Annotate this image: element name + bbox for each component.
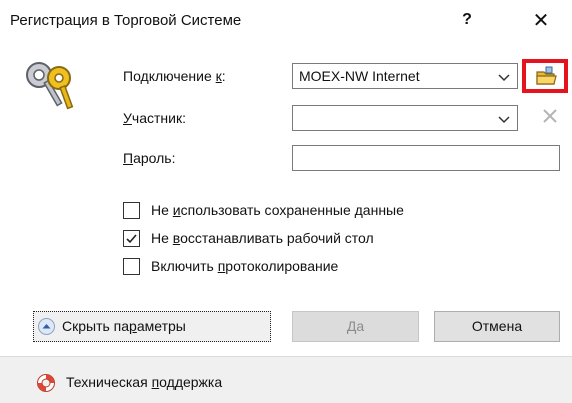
help-button[interactable]: ? bbox=[455, 8, 479, 32]
toggle-label-pre: Скрыть па bbox=[62, 318, 130, 334]
window-close-button[interactable]: ✕ bbox=[528, 8, 554, 34]
option-label-key: в bbox=[172, 230, 181, 246]
checkbox-dont-restore-desktop[interactable] bbox=[123, 230, 140, 247]
toggle-label-key: р bbox=[129, 318, 137, 334]
hide-parameters-label: Скрыть параметры bbox=[62, 318, 186, 334]
checkbox-dont-use-saved[interactable] bbox=[123, 202, 140, 219]
option-label-key: и bbox=[172, 202, 181, 218]
option-dont-use-saved-label: Не использовать сохраненные данные bbox=[151, 202, 404, 218]
checkbox-enable-logging[interactable] bbox=[123, 258, 140, 275]
window-title: Регистрация в Торговой Системе bbox=[10, 12, 242, 29]
connection-label: Подключение к: bbox=[123, 68, 226, 84]
lifebuoy-icon bbox=[36, 373, 56, 393]
support-label-pre: Техническая bbox=[66, 374, 152, 390]
connection-select[interactable]: MOEX-NW Internet bbox=[292, 63, 518, 89]
login-dialog: Регистрация в Торговой Системе ? ✕ Подкл… bbox=[0, 0, 572, 403]
participant-select[interactable] bbox=[292, 105, 518, 131]
title-bar: Регистрация в Торговой Системе ? ✕ bbox=[0, 0, 572, 38]
toggle-label-post: аметры bbox=[136, 318, 186, 334]
chevron-up-circle-icon bbox=[38, 318, 55, 335]
option-label-post: ротоколирование bbox=[225, 258, 339, 274]
option-dont-restore-desktop-label: Не восстанавливать рабочий стол bbox=[151, 230, 374, 246]
ok-button[interactable]: Да bbox=[292, 311, 419, 342]
participant-label: Участник: bbox=[123, 110, 186, 126]
chevron-down-icon bbox=[497, 112, 511, 124]
option-label-pre: Включить bbox=[151, 258, 218, 274]
option-label-pre: Не bbox=[151, 230, 173, 246]
participant-label-key: У bbox=[123, 110, 132, 126]
technical-support-link[interactable]: Техническая поддержка bbox=[66, 374, 222, 390]
chevron-down-icon bbox=[497, 70, 511, 82]
password-field[interactable] bbox=[292, 145, 560, 171]
option-label-pre: Не bbox=[151, 202, 173, 218]
option-enable-logging-label: Включить протоколирование bbox=[151, 258, 338, 274]
keys-icon bbox=[20, 60, 80, 110]
open-config-button[interactable] bbox=[522, 59, 568, 93]
cancel-button[interactable]: Отмена bbox=[434, 311, 560, 342]
connection-label-post: : bbox=[221, 68, 226, 84]
password-label-post: ароль: bbox=[133, 150, 176, 166]
password-label: Пароль: bbox=[123, 150, 175, 166]
connection-label-pre: Подключение bbox=[123, 68, 216, 84]
option-label-post: спользовать сохраненные данные bbox=[180, 202, 404, 218]
support-label-post: оддержка bbox=[159, 374, 223, 390]
password-label-key: П bbox=[123, 150, 134, 166]
close-icon[interactable] bbox=[540, 106, 560, 126]
connection-value: MOEX-NW Internet bbox=[299, 68, 420, 84]
hide-parameters-button[interactable]: Скрыть параметры bbox=[33, 311, 271, 342]
option-label-post: осстанавливать рабочий стол bbox=[180, 230, 374, 246]
participant-label-post: частник: bbox=[131, 110, 186, 126]
